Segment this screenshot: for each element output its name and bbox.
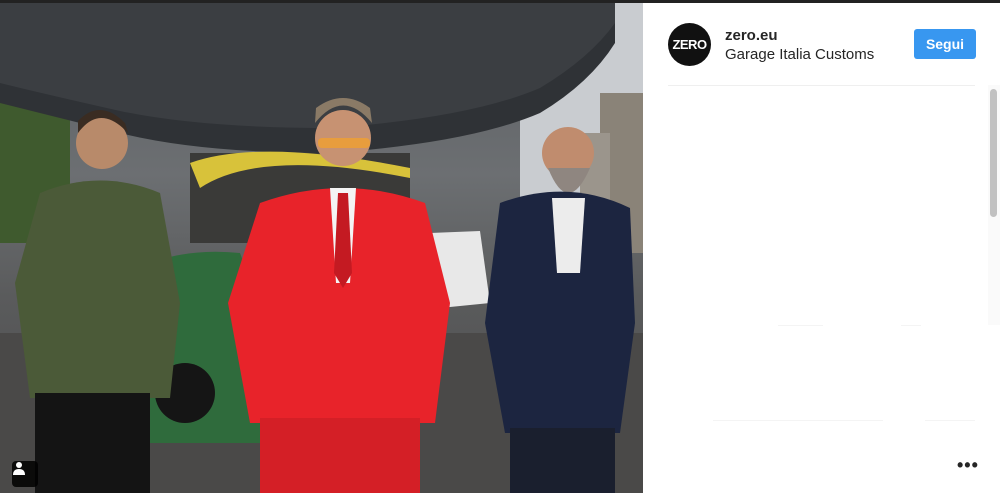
- post-photo[interactable]: [0, 3, 643, 493]
- faint-divider: [925, 420, 975, 421]
- faint-divider: [713, 420, 883, 421]
- photo-illustration: [0, 3, 643, 493]
- comments-scrollbar-thumb[interactable]: [990, 89, 997, 217]
- person-icon: [13, 462, 25, 475]
- faint-divider: [901, 325, 921, 326]
- faint-divider: [778, 325, 823, 326]
- user-tag-icon[interactable]: [12, 461, 38, 487]
- follow-button[interactable]: Segui: [914, 29, 976, 59]
- post-header: ZERO zero.eu Garage Italia Customs Segui: [643, 3, 1000, 85]
- location-link[interactable]: Garage Italia Customs: [725, 46, 874, 63]
- more-options-button[interactable]: •••: [957, 456, 979, 474]
- username-link[interactable]: zero.eu: [725, 27, 778, 44]
- header-divider: [668, 85, 975, 86]
- post-sidebar: ZERO zero.eu Garage Italia Customs Segui…: [643, 3, 1000, 493]
- avatar[interactable]: ZERO: [668, 23, 711, 66]
- avatar-logo-text: ZERO: [672, 37, 707, 52]
